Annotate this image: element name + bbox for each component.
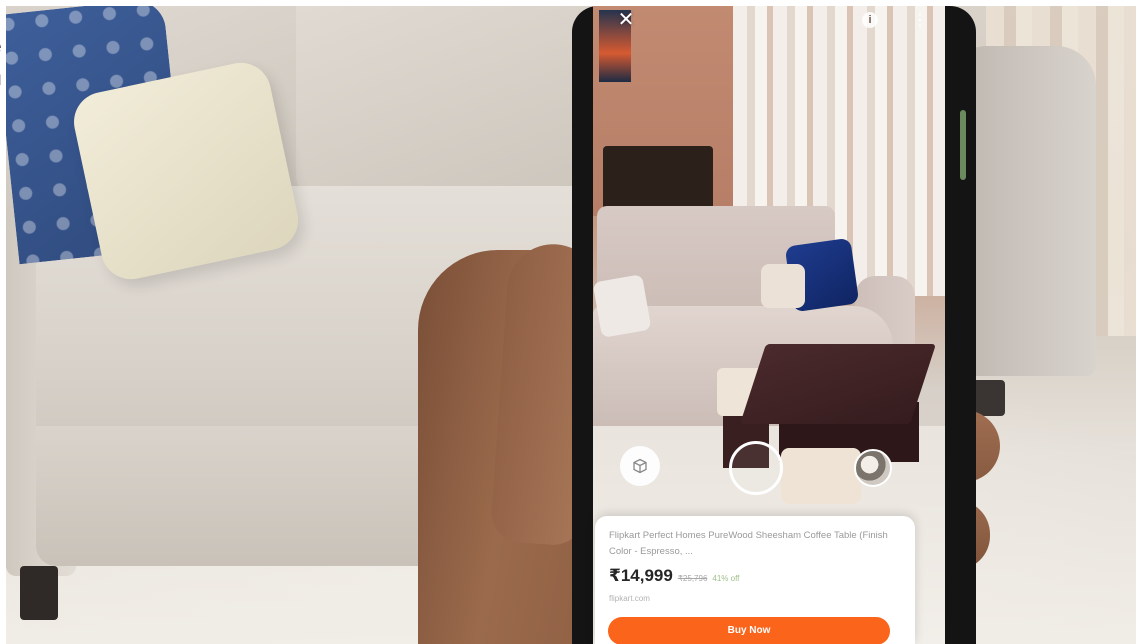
3d-cube-icon <box>633 458 647 474</box>
camera-shutter-button[interactable] <box>729 441 783 495</box>
view-3d-button[interactable] <box>620 446 660 486</box>
ar-pillow <box>761 264 805 308</box>
product-mrp: ₹25,796 <box>677 574 708 583</box>
ar-coffee-table-top[interactable] <box>740 344 936 424</box>
buy-now-button[interactable]: Buy Now <box>608 617 890 644</box>
armchair <box>956 46 1096 376</box>
product-title: Flipkart Perfect Homes PureWood Sheesham… <box>609 530 888 557</box>
gallery-thumbnail-button[interactable] <box>854 449 892 487</box>
close-icon[interactable]: ✕ <box>612 8 640 32</box>
sofa-leg <box>20 566 58 620</box>
ar-pillow <box>593 274 652 338</box>
more-options-icon[interactable]: ⋮ <box>912 10 928 32</box>
price-row: ₹14,999 ₹25,796 41% off <box>609 566 901 586</box>
phone-side-button <box>960 110 966 180</box>
info-icon[interactable]: i <box>862 12 878 28</box>
sofa-back-cushion <box>296 6 586 196</box>
product-seller: flipkart.com <box>609 594 650 603</box>
product-discount: 41% off <box>712 574 740 583</box>
ar-stool <box>781 448 861 504</box>
product-price: ₹14,999 <box>609 566 673 585</box>
cream-pillow <box>68 57 304 285</box>
